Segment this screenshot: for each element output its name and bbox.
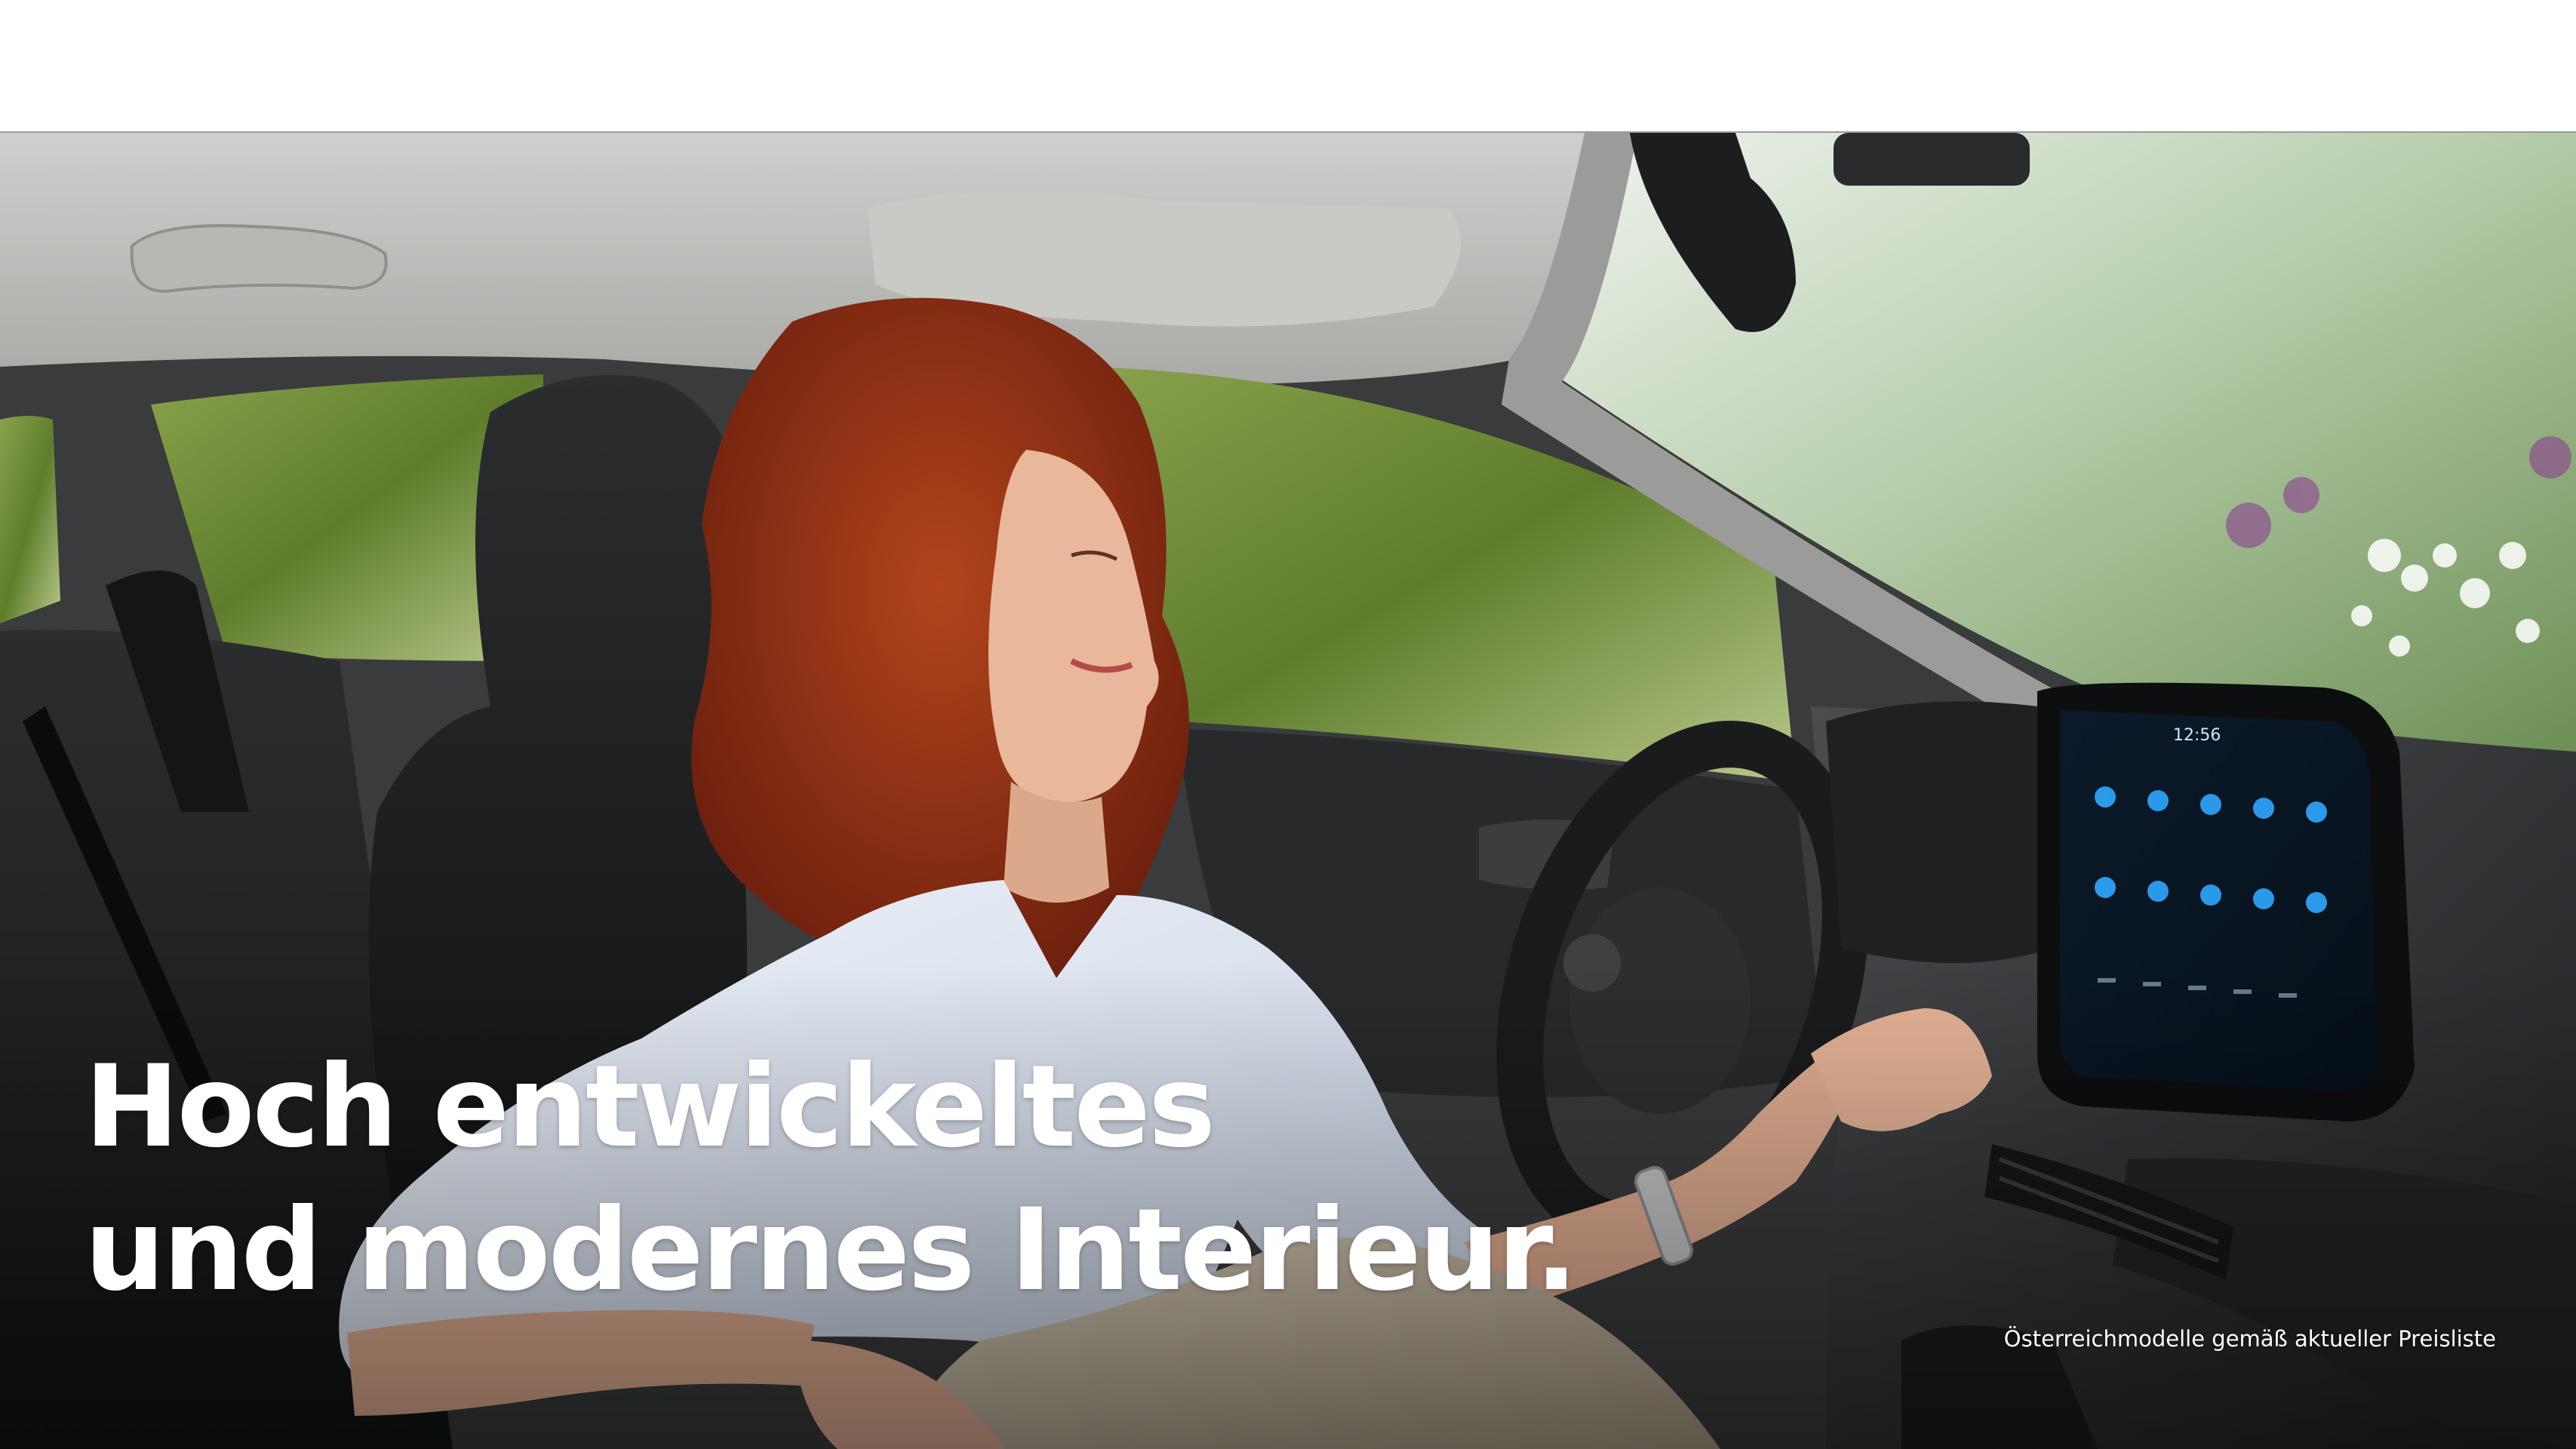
- hero-image: 12:56 Hoch entwickeltes und modernes Int…: [0, 133, 2576, 1449]
- price-disclaimer: Österreichmodelle gemäß aktueller Preisl…: [2003, 1326, 2496, 1352]
- headline-line-1: Hoch entwickeltes: [85, 1041, 1216, 1173]
- hero-headline: Hoch entwickeltes und modernes Interieur…: [85, 1035, 1578, 1322]
- top-white-band: [0, 0, 2576, 131]
- headline-line-2: und modernes Interieur.: [85, 1185, 1578, 1316]
- screen-clock: 12:56: [2173, 726, 2221, 745]
